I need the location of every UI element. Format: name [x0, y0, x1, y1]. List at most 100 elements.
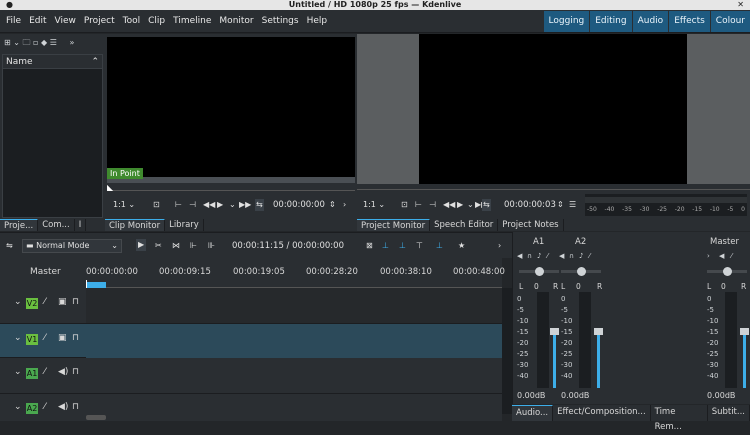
chevron-down-icon[interactable]: ⌄ — [14, 297, 22, 307]
more-icon[interactable]: › — [343, 199, 346, 211]
fader-handle-master[interactable] — [740, 328, 749, 335]
lock-icon[interactable]: ⊓ — [72, 367, 79, 377]
speaker-icon[interactable]: ◀) — [58, 402, 68, 412]
lock-icon[interactable]: ⊓ — [72, 297, 79, 307]
effect-wand-icon[interactable]: ⁄ — [589, 252, 590, 260]
volume-value-master[interactable]: 0.00dB — [707, 391, 735, 400]
project-zoom-select[interactable]: 1:1 ⌄ — [363, 199, 385, 211]
tag-icon[interactable]: ◆ — [41, 38, 47, 47]
menu-tool[interactable]: Tool — [119, 10, 144, 32]
overwrite-icon[interactable]: ⊥ — [382, 240, 389, 252]
fullscreen-icon[interactable]: ⊡ — [153, 199, 160, 211]
fader-track-master[interactable] — [743, 332, 746, 388]
lift-icon[interactable]: ⊥ — [399, 240, 406, 252]
loop-icon[interactable]: ⇆ — [482, 199, 491, 211]
mic-icon[interactable]: ♪ — [579, 252, 583, 260]
set-in-icon[interactable]: ⊢ — [175, 199, 182, 211]
rewind-icon[interactable]: ◀◀ — [203, 199, 215, 211]
set-out-icon[interactable]: ⊣ — [429, 199, 436, 211]
chevron-down-icon[interactable]: ⌄ — [13, 38, 20, 47]
fader-handle-a1[interactable] — [550, 328, 559, 335]
chevron-down-icon[interactable]: ⌄ — [14, 402, 22, 412]
spinbox-icon[interactable]: ⇕ — [329, 199, 336, 211]
fader-handle-a2[interactable] — [594, 328, 603, 335]
effect-wand-icon[interactable]: ⁄ — [547, 252, 548, 260]
tab-project-notes[interactable]: Project Notes — [498, 219, 564, 231]
speaker-icon[interactable]: ◀ — [517, 252, 522, 260]
insert-icon[interactable]: ⊠ — [366, 240, 373, 252]
effect-wand-icon[interactable]: ⁄ — [44, 367, 46, 377]
track-area-a2[interactable] — [86, 394, 502, 421]
extract-icon[interactable]: ⊤ — [416, 240, 423, 252]
clip-monitor-ruler[interactable]: ◣ — [107, 183, 355, 192]
timeline-vscroll[interactable] — [502, 288, 512, 414]
volume-value-a1[interactable]: 0.00dB — [517, 391, 545, 400]
forward-icon[interactable]: ▶▶ — [239, 199, 251, 211]
tab-compositions[interactable]: Com... — [38, 219, 75, 231]
close-window-icon[interactable]: ✕ — [737, 0, 744, 10]
play-icon[interactable]: ▶ — [217, 199, 223, 211]
clip-zoom-select[interactable]: 1:1 ⌄ — [113, 199, 135, 211]
menu-monitor[interactable]: Monitor — [215, 10, 257, 32]
tab-speech-editor[interactable]: Speech Editor — [430, 219, 499, 231]
tab-project-monitor[interactable]: Project Monitor — [357, 219, 431, 231]
spinbox-icon[interactable]: ⇕ — [557, 199, 564, 211]
layout-editing[interactable]: Editing — [589, 11, 632, 32]
fullscreen-icon[interactable]: ⊡ — [401, 199, 408, 211]
tab-library[interactable]: Library — [165, 219, 204, 231]
tab-project-bin[interactable]: Proje... — [0, 219, 39, 231]
master-track-label[interactable]: Master — [30, 267, 61, 277]
play-icon[interactable]: ▶ — [457, 199, 463, 211]
track-name-a1[interactable]: A1 — [26, 368, 38, 379]
layout-logging[interactable]: Logging — [542, 11, 590, 32]
edit-mode-select[interactable]: ▬ Normal Mode ⌄ — [22, 239, 122, 253]
clip-timecode[interactable]: 00:00:00:00 — [273, 199, 325, 211]
track-name-v1[interactable]: V1 — [26, 334, 38, 345]
menu-project[interactable]: Project — [80, 10, 119, 32]
set-in-icon[interactable]: ⊢ — [415, 199, 422, 211]
menu-settings[interactable]: Settings — [258, 10, 303, 32]
clip-monitor-screen[interactable] — [107, 37, 355, 177]
set-out-icon[interactable]: ⊣ — [189, 199, 196, 211]
layout-effects[interactable]: Effects — [668, 11, 710, 32]
loop-icon[interactable]: ⇆ — [255, 199, 264, 211]
chevron-down-icon[interactable]: ⌄ — [229, 199, 236, 211]
track-header-v1[interactable]: ⌄ V1 ⁄ ▣ ⊓ — [0, 324, 86, 358]
menu-file[interactable]: File — [2, 10, 25, 32]
menu-view[interactable]: View — [51, 10, 80, 32]
fader-track-a1[interactable] — [553, 332, 556, 388]
effect-wand-icon[interactable]: ⁄ — [731, 252, 732, 260]
speaker-icon[interactable]: ◀) — [58, 367, 68, 377]
bin-column-header[interactable]: Name ⌃ — [3, 55, 102, 69]
balance-knob-a1[interactable] — [535, 267, 544, 276]
track-area-v1[interactable] — [86, 324, 502, 358]
clip-properties-icon[interactable]: ▫ — [33, 38, 38, 47]
track-header-a2[interactable]: ⌄ A2 ⁄ ◀) ⊓ — [0, 394, 86, 421]
volume-value-a2[interactable]: 0.00dB — [561, 391, 589, 400]
timeline-ruler[interactable] — [86, 258, 502, 288]
menu-help[interactable]: Help — [303, 10, 332, 32]
track-header-a1[interactable]: ⌄ A1 ⁄ ◀) ⊓ — [0, 358, 86, 394]
track-header-v2[interactable]: ⌄ V2 ⁄ ▣ ⊓ — [0, 288, 86, 324]
layout-audio[interactable]: Audio — [631, 11, 669, 32]
add-clip-icon[interactable]: ⊞ — [4, 38, 11, 47]
snap-icon[interactable]: ⊥ — [436, 240, 443, 252]
playhead-icon[interactable]: ◣ — [107, 183, 113, 192]
window-menu-icon[interactable]: ● — [6, 0, 13, 10]
slip-tool-icon[interactable]: ⊩ — [190, 240, 197, 252]
spacer-tool-icon[interactable]: ⋈ — [172, 240, 180, 252]
tab-clip-monitor[interactable]: Clip Monitor — [105, 219, 166, 231]
timeline-menu-icon[interactable]: ⇋ — [6, 240, 13, 252]
ripple-tool-icon[interactable]: ⊪ — [208, 240, 215, 252]
tab-time-remap[interactable]: Time Rem... — [651, 405, 708, 432]
chevron-right-icon[interactable]: › — [707, 252, 710, 260]
mic-icon[interactable]: ♪ — [537, 252, 541, 260]
tab-info[interactable]: I — [75, 219, 87, 231]
track-area-v2[interactable] — [86, 288, 502, 324]
chevron-down-icon[interactable]: ⌄ — [467, 199, 474, 211]
fader-track-a2[interactable] — [597, 332, 600, 388]
tab-audio-mixer[interactable]: Audio... — [512, 405, 554, 421]
effect-wand-icon[interactable]: ⁄ — [44, 333, 46, 343]
tab-subtitles[interactable]: Subtit... — [708, 405, 750, 421]
track-name-v2[interactable]: V2 — [26, 298, 38, 309]
